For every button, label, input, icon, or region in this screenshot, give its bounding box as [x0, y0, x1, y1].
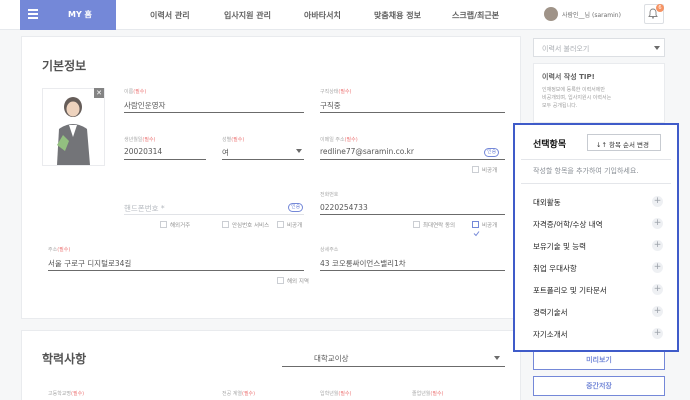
list-item-label: 포트폴리오 및 기타문서 [533, 286, 607, 295]
section-item-portfolio[interactable]: 포트폴리오 및 기타문서 + [533, 283, 663, 297]
popover-title: 선택항목 [533, 140, 567, 150]
list-item-label: 보유기술 및 능력 [533, 242, 587, 251]
list-item-label: 자기소개서 [533, 330, 568, 339]
section-item-preferences[interactable]: 취업 우대사항 + [533, 261, 663, 275]
popover-divider [521, 183, 671, 184]
plus-icon[interactable]: + [652, 262, 663, 273]
section-item-skills[interactable]: 보유기술 및 능력 + [533, 239, 663, 253]
section-item-cover-letter[interactable]: 자기소개서 + [533, 327, 663, 341]
section-item-career-description[interactable]: 경력기술서 + [533, 305, 663, 319]
list-item-label: 취업 우대사항 [533, 264, 577, 273]
popover-divider [521, 159, 671, 160]
plus-icon[interactable]: + [652, 284, 663, 295]
popover-hint: 작성할 항목을 추가하여 기입하세요. [533, 167, 639, 175]
change-order-label: ↓↑ 항목 순서 변경 [596, 141, 649, 149]
plus-icon[interactable]: + [652, 218, 663, 229]
plus-icon[interactable]: + [652, 328, 663, 339]
section-item-activities[interactable]: 대외활동 + [533, 195, 663, 209]
plus-icon[interactable]: + [652, 196, 663, 207]
list-item-label: 자격증/어학/수상 내역 [533, 220, 603, 229]
list-item-label: 대외활동 [533, 198, 561, 207]
optional-sections-popover: 선택항목 ↓↑ 항목 순서 변경 작성할 항목을 추가하여 기입하세요. 대외활… [513, 123, 679, 352]
list-item-label: 경력기술서 [533, 308, 568, 317]
change-order-button[interactable]: ↓↑ 항목 순서 변경 [587, 134, 661, 151]
section-item-certificates[interactable]: 자격증/어학/수상 내역 + [533, 217, 663, 231]
plus-icon[interactable]: + [652, 240, 663, 251]
plus-icon[interactable]: + [652, 306, 663, 317]
